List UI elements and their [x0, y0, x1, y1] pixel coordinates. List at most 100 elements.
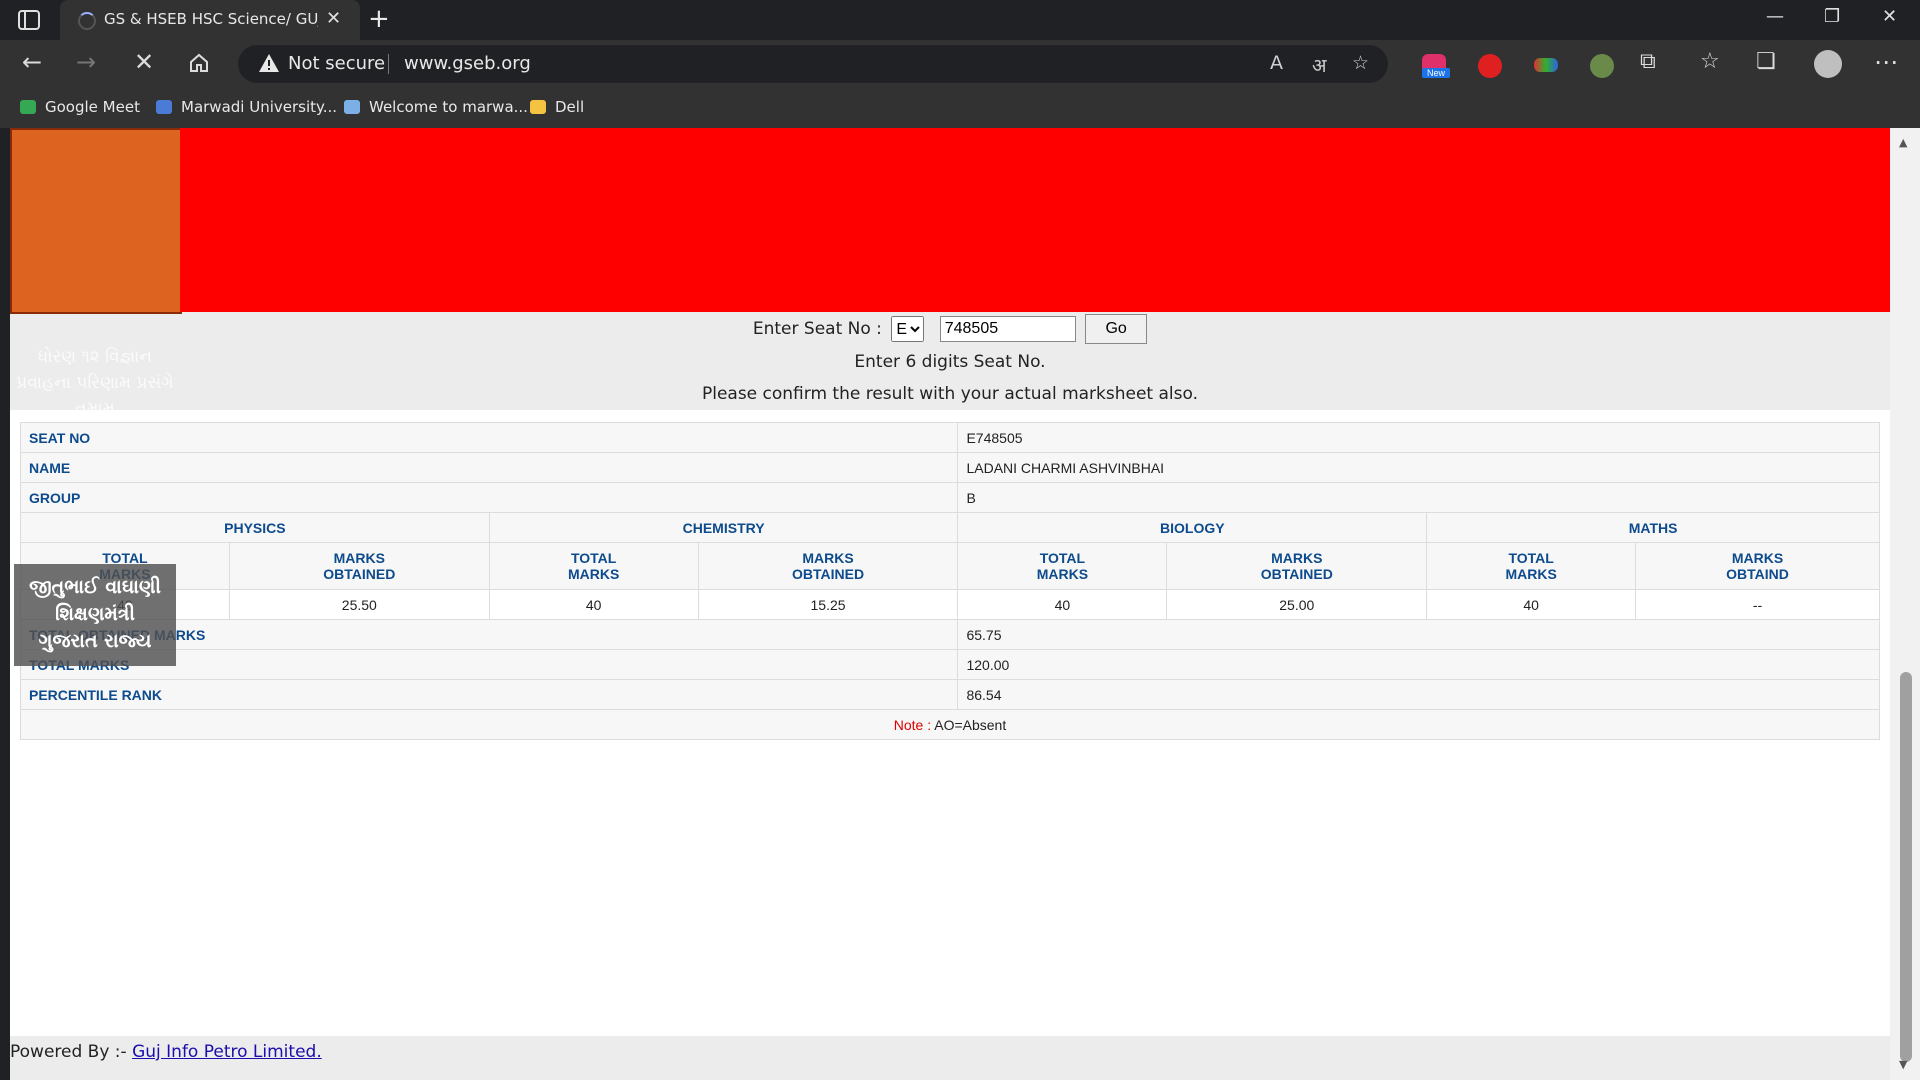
enter-seat-label: Enter Seat No : [752, 319, 882, 339]
subject-header-row: PHYSICS CHEMISTRY BIOLOGY MATHS [20, 512, 1880, 543]
header-line: MARKS [1505, 566, 1557, 582]
warning-icon[interactable] [258, 53, 280, 73]
extension-new-icon[interactable]: New [1422, 54, 1450, 78]
page-scrollbar[interactable]: ▲ ▼ [1890, 128, 1920, 1080]
table-row: TOTAL MARKS 120.00 [19, 649, 1880, 680]
header-line: MARKS [333, 550, 385, 566]
marwadi-icon [156, 100, 172, 114]
scrollbar-thumb[interactable] [1900, 672, 1912, 1062]
minister-overlay: જીતુભાઈ વાઘાણી શિક્ષણમંત્રી ગુજરાત રાજ્ય [14, 564, 176, 666]
seat-number-input[interactable] [939, 316, 1076, 342]
biology-total-header: TOTAL MARKS [957, 542, 1168, 590]
maths-total-header: TOTAL MARKS [1426, 542, 1637, 590]
profile-avatar-icon[interactable] [1814, 50, 1842, 78]
minimize-icon[interactable]: — [1766, 6, 1784, 27]
physics-obtained-header: MARKS OBTAINED [228, 542, 490, 590]
google-meet-icon [20, 100, 36, 114]
web-page: Enter Seat No : E Go Enter 6 digits Seat… [10, 128, 1890, 1080]
address-divider [388, 54, 389, 74]
seat-no-label: SEAT NO [19, 422, 959, 453]
header-line: MARKS [1271, 550, 1323, 566]
active-tab[interactable]: GS & HSEB HSC Science/ GUJCET ✕ [60, 0, 360, 40]
address-bar[interactable]: Not secure www.gseb.org A अ ☆ [238, 45, 1388, 83]
table-row: TOTAL OBTAINED MARKS 65.75 [19, 619, 1880, 650]
footer: Powered By :- Guj Info Petro Limited. [10, 1042, 322, 1062]
orange-banner-image [10, 128, 182, 314]
color-extension-icon[interactable] [1534, 58, 1558, 72]
translate-icon[interactable]: अ [1312, 52, 1327, 78]
collections-icon[interactable]: ❏ [1756, 48, 1776, 76]
subject-maths: MATHS [1426, 512, 1880, 543]
percentile-value: 86.54 [957, 679, 1880, 710]
table-row: PERCENTILE RANK 86.54 [19, 679, 1880, 710]
header-line: MARKS [568, 566, 620, 582]
add-favorite-icon[interactable]: ☆ [1352, 52, 1369, 74]
favorites-icon[interactable]: ☆ [1700, 48, 1720, 76]
powered-by-label: Powered By :- [10, 1042, 127, 1062]
extension-x-icon[interactable] [1590, 54, 1614, 78]
more-menu-icon[interactable]: ⋯ [1874, 48, 1898, 76]
table-row: GROUP B [19, 482, 1880, 513]
go-button[interactable]: Go [1085, 314, 1148, 344]
chemistry-total-header: TOTAL MARKS [488, 542, 699, 590]
header-line: OBTAINED [323, 566, 396, 582]
scroll-up-icon[interactable]: ▲ [1899, 136, 1907, 149]
note-key: Note : [893, 716, 932, 733]
read-aloud-icon[interactable]: A [1270, 52, 1283, 74]
bookmark-welcome-marwa[interactable]: Welcome to marwa... [344, 98, 528, 116]
home-icon[interactable] [188, 52, 210, 74]
column-header-row: TOTALMARKS MARKSOBTAINED TOTALMARKS MARK… [20, 542, 1880, 590]
marks-row: 40 25.50 40 15.25 40 25.00 40 -- [20, 589, 1880, 620]
gujarati-side-text: ધોરણ ૧૨ વિજ્ઞાન પ્રવાહના પરિણામ પ્રસંગે … [16, 347, 174, 414]
subject-biology: BIOLOGY [957, 512, 1428, 543]
adblock-extension-icon[interactable] [1478, 54, 1502, 78]
loading-spinner-icon [78, 12, 96, 30]
security-label[interactable]: Not secure [288, 53, 385, 74]
overlay-line: ગુજરાત રાજ્ય [38, 630, 152, 652]
tab-actions-icon[interactable] [18, 10, 40, 30]
bookmark-dell[interactable]: Dell [530, 98, 584, 116]
url-text[interactable]: www.gseb.org [404, 53, 531, 74]
header-line: MARKS [802, 550, 854, 566]
total-obtained-value: 65.75 [957, 619, 1880, 650]
header-line: TOTAL [1508, 550, 1554, 566]
confirm-hint: Please confirm the result with your actu… [701, 384, 1199, 404]
physics-marks-obtained: 25.50 [228, 589, 490, 620]
result-table: SEAT NO E748505 NAME LADANI CHARMI ASHVI… [19, 422, 1880, 740]
overlay-line: શિક્ષણમંત્રી [55, 603, 135, 625]
extensions-icon[interactable]: ⧉ [1640, 48, 1656, 76]
subject-physics: PHYSICS [20, 512, 490, 543]
back-icon[interactable]: ← [22, 48, 42, 76]
stop-loading-icon[interactable]: ✕ [134, 48, 154, 76]
seat-prefix-select[interactable]: E [891, 316, 925, 342]
header-line: TOTAL [1039, 550, 1086, 566]
navigation-bar: ← → ✕ Not secure www.gseb.org A अ ☆ New … [0, 40, 1920, 88]
biology-obtained-header: MARKS OBTAINED [1166, 542, 1428, 590]
bookmark-google-meet[interactable]: Google Meet [20, 98, 140, 116]
maths-marks-obtained: -- [1635, 589, 1880, 620]
bookmark-marwadi-university[interactable]: Marwadi University... [156, 98, 337, 116]
cube-icon [344, 100, 360, 114]
note-cell: Note : AO=Absent [20, 709, 1880, 740]
bookmark-label: Google Meet [45, 98, 140, 116]
close-tab-icon[interactable]: ✕ [326, 8, 341, 29]
chemistry-obtained-header: MARKS OBTAINED [697, 542, 959, 590]
red-banner [180, 128, 1890, 312]
bookmark-label: Marwadi University... [181, 98, 338, 116]
seat-search-form: Enter Seat No : E Go [10, 314, 1890, 344]
note-value: AO=Absent [934, 716, 1007, 733]
chemistry-marks-obtained: 15.25 [697, 589, 959, 620]
restore-icon[interactable]: ❐ [1824, 6, 1840, 27]
powered-by-link[interactable]: Guj Info Petro Limited. [132, 1042, 322, 1062]
bookmark-label: Dell [555, 98, 585, 116]
result-panel: SEAT NO E748505 NAME LADANI CHARMI ASHVI… [10, 410, 1890, 1036]
name-value: LADANI CHARMI ASHVINBHAI [957, 452, 1880, 483]
new-tab-icon[interactable]: + [368, 4, 390, 34]
percentile-label: PERCENTILE RANK [19, 679, 959, 710]
biology-total-marks: 40 [957, 589, 1168, 620]
close-window-icon[interactable]: ✕ [1882, 6, 1897, 27]
total-marks-value: 120.00 [957, 649, 1880, 680]
header-line: MARKS [1036, 566, 1089, 582]
scroll-down-icon[interactable]: ▼ [1899, 1058, 1907, 1071]
forward-icon[interactable]: → [76, 48, 96, 76]
